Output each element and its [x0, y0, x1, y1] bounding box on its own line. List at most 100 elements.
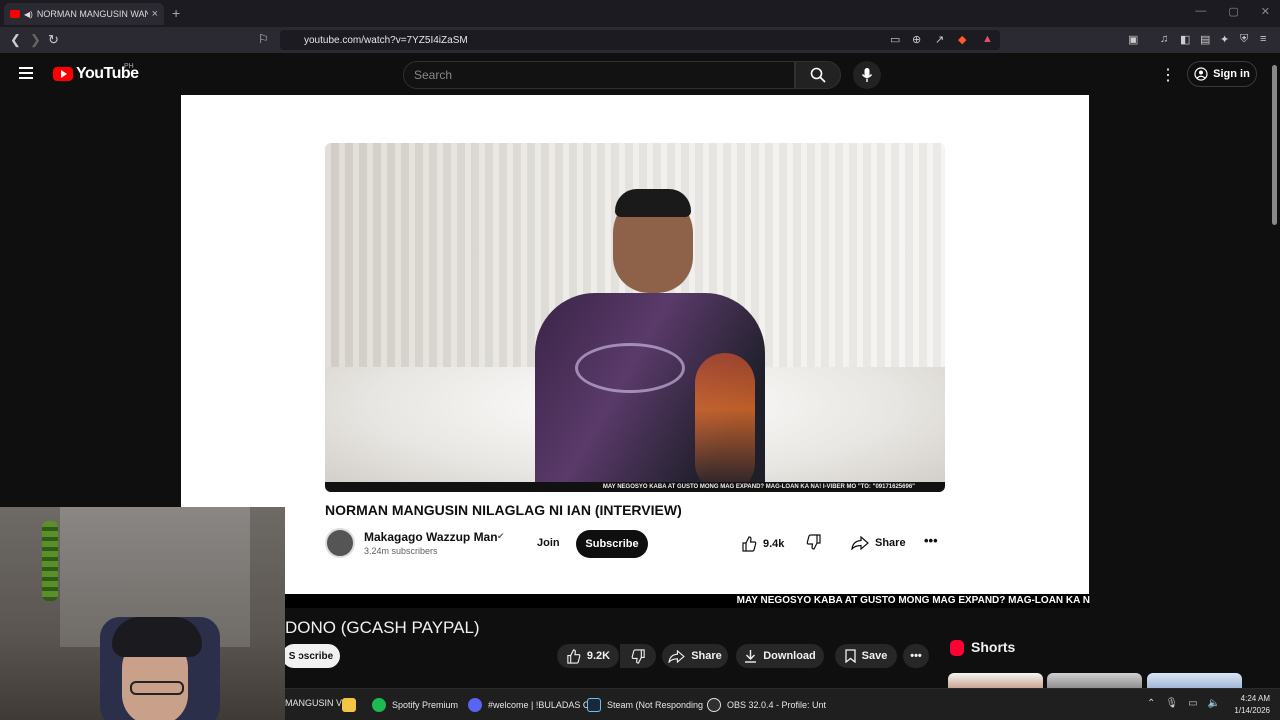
folder-icon	[342, 698, 356, 712]
more-actions-button[interactable]: •••	[903, 644, 929, 668]
voice-search-button[interactable]	[853, 61, 881, 89]
spotify-icon	[372, 698, 386, 712]
thumbs-up-icon	[742, 536, 757, 552]
scrollbar-thumb[interactable]	[1272, 65, 1277, 225]
like-count: 9.2K	[586, 650, 611, 662]
video-title: DONO (GCASH PAYPAL)	[285, 618, 480, 637]
thumbs-down-icon	[631, 648, 645, 664]
tray-mic-icon[interactable]: 🎙	[1165, 698, 1178, 709]
speaker-icon[interactable]: ◀)	[24, 10, 33, 19]
new-tab-icon[interactable]: +	[172, 5, 180, 21]
verified-check-icon: ✔	[497, 531, 505, 541]
share-page-icon[interactable]: ↗	[935, 33, 944, 46]
maximize-icon[interactable]: ▢	[1228, 5, 1238, 18]
embedded-subscriber-count: 3.24m subscribers	[364, 546, 438, 556]
brave-shield-icon[interactable]: ◆	[958, 33, 966, 46]
video-player[interactable]: MAY NEGOSYO KABA AT GUSTO MONG MAG EXPAN…	[181, 95, 1089, 594]
taskbar-item-label: Steam (Not Responding	[607, 700, 704, 710]
taskbar-item-browser[interactable]: MANGUSIN V	[285, 698, 342, 708]
embedded-channel-name: Makagago Wazzup Man	[364, 530, 498, 544]
discord-icon	[468, 698, 482, 712]
embedded-ticker: MAY NEGOSYO KABA AT GUSTO MONG MAG EXPAN…	[325, 482, 945, 492]
webcam-plant	[42, 521, 58, 601]
sidebar-toggle-icon[interactable]: ▣	[1128, 33, 1138, 46]
shorts-icon	[950, 640, 964, 656]
short-thumbnail[interactable]	[948, 673, 1043, 689]
search-button[interactable]	[795, 61, 841, 89]
media-icon[interactable]: ♫	[1160, 33, 1168, 45]
taskbar-item-obs[interactable]: OBS 32.0.4 - Profile: Unt	[707, 698, 826, 712]
taskbar-clock[interactable]: 4:24 AM 1/14/2026	[1234, 693, 1270, 717]
url-text: youtube.com/watch?v=7YZ5I4iZaSM	[304, 34, 468, 46]
zoom-icon[interactable]: ⊕	[912, 33, 921, 46]
taskbar-item-explorer[interactable]	[342, 698, 356, 712]
search-placeholder: Search	[414, 68, 453, 82]
download-icon	[745, 650, 757, 663]
account-icon	[1194, 67, 1208, 81]
close-tab-icon[interactable]: ×	[152, 8, 158, 20]
embedded-share: Share	[851, 536, 906, 550]
download-button[interactable]: Download	[736, 644, 824, 668]
embedded-share-label: Share	[875, 537, 906, 549]
streamer-glasses	[130, 681, 184, 695]
close-window-icon[interactable]: ✕	[1261, 5, 1270, 18]
embedded-like-count: 9.4k	[763, 538, 785, 550]
sign-in-button[interactable]: Sign in	[1187, 61, 1257, 87]
search-input[interactable]: Search	[403, 61, 795, 89]
vpn-icon[interactable]: ⛨	[1240, 33, 1248, 46]
embedded-channel-avatar	[325, 528, 355, 558]
windows-taskbar: MANGUSIN V Spotify Premium #welcome | !B…	[285, 688, 1280, 720]
dislike-button[interactable]	[620, 644, 656, 668]
short-thumbnail[interactable]	[1047, 673, 1142, 689]
settings-kebab-icon[interactable]: ⋮	[1160, 65, 1176, 85]
subscribe-button[interactable]: S ɔscribe	[282, 644, 340, 668]
bookmark-icon[interactable]: ⚐	[258, 32, 269, 46]
search-icon	[810, 67, 826, 83]
minimize-icon[interactable]: —	[1195, 5, 1206, 18]
tab-title: NORMAN MANGUSIN WANT	[36, 9, 148, 19]
clock-date: 1/14/2026	[1234, 706, 1270, 715]
youtube-favicon-icon	[10, 10, 20, 18]
browser-menu-icon[interactable]: ≡	[1260, 33, 1266, 45]
like-button[interactable]: 9.2K	[557, 644, 619, 668]
taskbar-item-label: OBS 32.0.4 - Profile: Unt	[727, 700, 827, 710]
tray-volume-icon[interactable]: 🔈	[1208, 698, 1220, 709]
hamburger-menu-icon[interactable]	[19, 67, 33, 79]
taskbar-item-discord[interactable]: #welcome | !BULADAS C	[468, 698, 589, 712]
page-scrollbar[interactable]	[1270, 53, 1280, 688]
obs-icon	[707, 698, 721, 712]
share-button[interactable]: Share	[662, 644, 728, 668]
tray-chevron-icon[interactable]: ⌃	[1147, 698, 1155, 709]
ai-icon[interactable]: ✦	[1220, 33, 1229, 46]
save-button[interactable]: Save	[835, 644, 897, 668]
embedded-video-title: NORMAN MANGUSIN NILAGLAG NI IAN (INTERVI…	[325, 502, 682, 518]
taskbar-item-label: #welcome | !BULADAS C	[488, 700, 590, 710]
wallet-icon[interactable]: ▤	[1200, 33, 1210, 46]
tray-network-icon[interactable]: ▭	[1188, 698, 1197, 709]
video-ticker-overlay: MAY NEGOSYO KABA AT GUSTO MONG MAG EXPAN…	[285, 594, 1090, 608]
embedded-subscribe-label: Subscribe	[576, 530, 648, 558]
taskbar-item-steam[interactable]: Steam (Not Responding	[587, 698, 703, 712]
download-label: Download	[763, 650, 816, 662]
system-tray: ⌃ 🎙 ▭ 🔈	[1147, 698, 1220, 709]
embedded-join-label: Join	[537, 537, 560, 549]
share-arrow-icon	[668, 649, 685, 663]
rewards-icon[interactable]: ▲	[982, 33, 993, 45]
browser-tab[interactable]: ◀) NORMAN MANGUSIN WANT ×	[4, 3, 164, 25]
microphone-icon	[861, 68, 873, 82]
more-options-icon: •••	[924, 533, 938, 548]
share-arrow-icon	[851, 536, 869, 550]
youtube-header: YouTube PH Search ⋮ Sign in	[0, 53, 1270, 95]
youtube-logo-icon[interactable]	[53, 67, 73, 81]
sign-in-label: Sign in	[1213, 68, 1250, 80]
forward-icon[interactable]: ❯	[30, 32, 41, 48]
clock-time: 4:24 AM	[1240, 694, 1270, 703]
thumbs-down-icon	[806, 534, 822, 553]
install-icon[interactable]: ▭	[890, 33, 900, 46]
interviewee-hair	[615, 189, 691, 217]
reload-icon[interactable]: ↻	[48, 32, 59, 48]
short-thumbnail[interactable]	[1147, 673, 1242, 689]
back-icon[interactable]: ❮	[10, 32, 21, 48]
split-view-icon[interactable]: ◧	[1180, 33, 1190, 46]
taskbar-item-spotify[interactable]: Spotify Premium	[372, 698, 458, 712]
